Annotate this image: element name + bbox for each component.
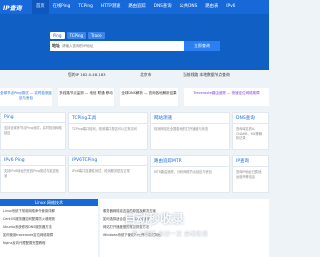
- panel-header: Linux 网络技术: [0, 199, 98, 206]
- linux-articles-panel: Linux 网络技术 Linux系统下常用网络命令使用详解 CentOS服务器如…: [0, 199, 98, 257]
- tool-card-dns[interactable]: DNS查询 查询域名的A、CNAME、MX等解析记录: [232, 112, 269, 150]
- article-link[interactable]: Nginx反向代理配置完整教程: [0, 238, 98, 246]
- search-label: 地址: [52, 43, 60, 48]
- banner-3[interactable]: 全球DNS解析 — 查询各地解析结果: [120, 88, 178, 106]
- site-logo[interactable]: IP查询: [0, 3, 32, 12]
- route-info[interactable]: 当前线路 本地数据节点查询: [183, 72, 230, 78]
- article-link[interactable]: Ubuntu系统修改DNS服务器方法: [0, 222, 98, 230]
- card-desc: IPv6端口连通性测试，检测服务是否正常: [72, 169, 130, 173]
- banner-4[interactable]: Traceroute路由追踪 — 快速定位网络故障: [184, 88, 269, 106]
- card-title: Ping: [1, 113, 65, 123]
- client-location: 北京市: [140, 72, 152, 77]
- card-title: DNS查询: [233, 113, 268, 124]
- nav-item-ipv6[interactable]: IPv6: [222, 0, 239, 14]
- card-title: 网站测速: [151, 113, 229, 124]
- card-title: 路由追踪MTR: [151, 156, 229, 167]
- search-button[interactable]: 立即查询: [184, 41, 220, 51]
- tab-ping[interactable]: Ping: [50, 32, 65, 39]
- card-desc: 检测网站在全国各地的打开速度与状态: [154, 127, 209, 131]
- search-input[interactable]: [62, 42, 184, 50]
- banner-1[interactable]: 全球节点Ping测试 — 实时检测延迟与丢包: [0, 88, 52, 106]
- card-title: IP查询: [233, 156, 268, 167]
- card-title: TCPing工具: [69, 113, 147, 124]
- tool-card-ping[interactable]: Ping 支持全球多节点Ping测试，实时检测网络延迟: [0, 112, 66, 150]
- nav-item-dns[interactable]: DNS查询: [150, 0, 176, 14]
- tool-card-ip-lookup[interactable]: IP查询 查询IP地址归属地、运营商等信息: [232, 155, 269, 193]
- nav-item-route[interactable]: 路由表: [201, 0, 222, 14]
- card-title: IPv6 Ping: [1, 156, 65, 166]
- nav-item-home[interactable]: 首页: [32, 0, 49, 14]
- tool-card-speedtest[interactable]: 网站测速 检测网站在全国各地的打开速度与状态: [150, 112, 230, 150]
- tool-card-mtr[interactable]: 路由追踪MTR MTR路由追踪，分析网络节点延迟与丢包: [150, 155, 230, 193]
- tool-card-tcping[interactable]: TCPing工具 TCPing端口检测，检测端口是否可以正常访问: [68, 112, 148, 150]
- card-desc: 查询域名的A、CNAME、MX等解析记录: [236, 127, 263, 140]
- card-desc: 查询IP地址归属地、运营商等信息: [236, 170, 265, 179]
- client-ip: 您的IP 182.0.48.183: [68, 72, 106, 77]
- card-desc: 支持全球多节点Ping测试，实时检测网络延迟: [4, 126, 62, 135]
- card-title: IPV6TCPing: [69, 156, 147, 166]
- watermark-subtitle: 数上链接 来访一次 自动收录: [132, 231, 208, 238]
- nav-item-ping[interactable]: 在线Ping: [49, 0, 75, 14]
- card-desc: 支持IPv6地址的在线Ping测试与延迟检测: [4, 169, 59, 178]
- top-navigation-bar: IP查询 首页 在线Ping TCPing HTTP测速 路由追踪 DNS查询 …: [0, 0, 269, 14]
- article-link[interactable]: 如何使用traceroute定位网络故障: [0, 230, 98, 238]
- nav-item-trace[interactable]: 路由追踪: [124, 0, 149, 14]
- article-link[interactable]: CentOS服务器如何配置防火墙规则: [0, 214, 98, 222]
- banner-2[interactable]: 多线路节点监测 — 电信 联通 移动: [58, 88, 114, 106]
- tab-trace[interactable]: Trace: [88, 32, 105, 39]
- watermark-title: 自动秒收录: [124, 212, 185, 226]
- ip-info-line: 您的IP 182.0.48.183 北京市 当前线路 本地数据节点查询: [0, 70, 269, 80]
- card-desc: TCPing端口检测，检测端口是否可以正常访问: [72, 127, 137, 131]
- tab-tcping[interactable]: TCPing: [66, 32, 87, 39]
- nav-item-tcping[interactable]: TCPing: [74, 0, 97, 14]
- tool-card-ipv6-tcping[interactable]: IPV6TCPing IPv6端口连通性测试，检测服务是否正常: [68, 155, 148, 193]
- search-tabs: Ping TCPing Trace: [50, 32, 107, 39]
- tool-card-ipv6-ping[interactable]: IPv6 Ping 支持IPv6地址的在线Ping测试与延迟检测: [0, 155, 66, 193]
- nav-item-http[interactable]: HTTP测速: [97, 0, 125, 14]
- search-bar: 地址 立即查询: [50, 41, 220, 51]
- article-link[interactable]: Linux系统下常用网络命令使用详解: [0, 206, 98, 214]
- articles-panel: 服务器网络延迟高的原因及解决方案 如何选择适合自己的CDN加速服务 网站打开速度…: [100, 199, 269, 257]
- nav-item-public-dns[interactable]: 公共DNS: [176, 0, 202, 14]
- card-desc: MTR路由追踪，分析网络节点延迟与丢包: [154, 170, 212, 174]
